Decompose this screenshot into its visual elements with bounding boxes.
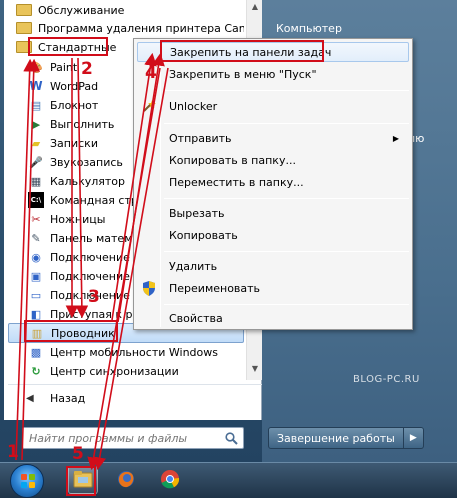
menu-item-copy[interactable]: Копировать	[137, 225, 409, 245]
command-prompt-icon: C:\	[28, 192, 44, 208]
menu-separator	[164, 90, 409, 91]
program-folder[interactable]: Обслуживание	[8, 0, 244, 20]
folder-shape	[16, 4, 32, 16]
menu-separator	[164, 304, 409, 305]
annotation-number-3: 3	[88, 287, 100, 307]
annotation-number-2: 2	[81, 59, 93, 79]
back-button[interactable]: ◀ Назад	[8, 384, 262, 412]
folder-shape	[16, 22, 32, 34]
program-item[interactable]: ↻ Центр синхронизации	[8, 361, 244, 381]
start-button[interactable]	[10, 464, 44, 498]
menu-item-pin-to-start[interactable]: Закрепить в меню "Пуск"	[137, 64, 409, 84]
menu-separator	[164, 251, 409, 252]
search-box[interactable]	[22, 427, 244, 449]
watermark: BLOG-PC.RU	[353, 374, 420, 385]
search-icon[interactable]	[223, 430, 239, 446]
projector-icon: ▣	[30, 269, 42, 283]
shutdown-control: Завершение работы ▶	[268, 427, 424, 449]
program-label: Программа удаления принтера Canon	[38, 21, 244, 35]
menu-item-label: Переименовать	[169, 281, 261, 295]
program-label: Paint	[50, 60, 78, 74]
annotation-box-pin-taskbar	[160, 40, 324, 62]
program-label: Командная стр	[50, 193, 138, 207]
menu-item-copy-to-folder[interactable]: Копировать в папку...	[137, 150, 409, 170]
menu-item-rename[interactable]: Переименовать	[137, 278, 409, 298]
taskbar-chrome-button[interactable]	[155, 466, 185, 494]
context-menu: Закрепить на панели задач Закрепить в ме…	[133, 38, 413, 330]
shutdown-options-arrow-icon[interactable]: ▶	[403, 427, 424, 449]
menu-item-label: Свойства	[169, 311, 223, 325]
annotation-box-taskbar-explorer	[66, 466, 96, 496]
annotation-number-4: 4	[145, 63, 157, 83]
folder-icon	[16, 20, 32, 36]
run-icon: ▶	[31, 117, 41, 131]
program-label: Подключение	[50, 269, 130, 283]
menu-item-send-to[interactable]: Отправить ▶	[137, 128, 409, 148]
program-label: Калькулятор	[50, 174, 125, 188]
chrome-icon	[160, 469, 180, 492]
menu-item-label: Удалить	[169, 259, 218, 273]
program-label: Записки	[50, 136, 98, 150]
wordpad-icon: W	[29, 79, 43, 93]
paint-icon: 🎨	[29, 60, 43, 74]
math-panel-icon: ✎	[31, 231, 41, 245]
menu-item-label: Unlocker	[169, 99, 218, 113]
network-icon: ◉	[31, 250, 41, 264]
menu-item-properties[interactable]: Свойства	[137, 308, 409, 328]
program-label: Выполнить	[50, 117, 115, 131]
menu-separator	[164, 198, 409, 199]
program-folder[interactable]: Программа удаления принтера Canon	[8, 18, 244, 38]
scroll-up-arrow-icon[interactable]: ▲	[250, 2, 260, 12]
scroll-down-arrow-icon[interactable]: ▼	[250, 364, 260, 374]
menu-item-label: Копировать в папку...	[169, 153, 296, 167]
menu-item-move-to-folder[interactable]: Переместить в папку...	[137, 172, 409, 192]
firefox-icon	[116, 469, 136, 492]
menu-item-label: Переместить в папку...	[169, 175, 304, 189]
program-label: Блокнот	[50, 98, 99, 112]
remote-desktop-icon: ▭	[30, 288, 42, 302]
mobility-center-icon: ▩	[30, 345, 42, 359]
submenu-arrow-icon: ▶	[392, 133, 399, 143]
microphone-icon: 🎤	[29, 155, 43, 169]
menu-item-label: Закрепить в меню "Пуск"	[169, 67, 317, 81]
notepad-icon: ▤	[30, 98, 42, 112]
windows-logo-icon	[21, 474, 35, 488]
menu-item-delete[interactable]: Удалить	[137, 256, 409, 276]
program-item[interactable]: ▩ Центр мобильности Windows	[8, 342, 244, 362]
program-label: Ножницы	[50, 212, 106, 226]
taskbar-firefox-button[interactable]	[111, 466, 141, 494]
back-label: Назад	[50, 392, 86, 405]
menu-item-label: Вырезать	[169, 206, 225, 220]
program-label: Центр синхронизации	[50, 364, 179, 378]
menu-item-label: Отправить	[169, 131, 232, 145]
computer-link[interactable]: Компьютер	[276, 22, 342, 35]
annotation-number-5: 5	[72, 444, 84, 464]
annotation-box-standard	[28, 37, 108, 56]
program-label: Центр мобильности Windows	[50, 345, 218, 359]
sticky-notes-icon: ▰	[31, 136, 41, 150]
search-input[interactable]	[23, 429, 223, 447]
uac-shield-icon	[141, 280, 157, 296]
program-label: Приступая к р	[50, 307, 133, 321]
annotation-number-1: 1	[7, 442, 19, 462]
program-label: WordPad	[50, 79, 99, 93]
sync-center-icon: ↻	[31, 364, 41, 378]
menu-item-unlocker[interactable]: Unlocker	[137, 96, 409, 116]
shutdown-button[interactable]: Завершение работы	[268, 427, 404, 449]
scissors-icon: ✂	[31, 212, 41, 226]
calculator-icon: ▦	[30, 174, 42, 188]
back-arrow-icon: ◀	[26, 393, 34, 404]
menu-item-label: Копировать	[169, 228, 238, 242]
annotation-box-explorer	[24, 320, 118, 342]
program-label: Подключение	[50, 250, 130, 264]
program-label: Звукозапись	[50, 155, 123, 169]
menu-separator	[164, 123, 409, 124]
folder-icon	[16, 2, 32, 18]
menu-item-cut[interactable]: Вырезать	[137, 203, 409, 223]
magic-wand-icon	[141, 98, 157, 114]
program-label: Обслуживание	[38, 3, 125, 17]
program-label: Панель матем	[50, 231, 133, 245]
